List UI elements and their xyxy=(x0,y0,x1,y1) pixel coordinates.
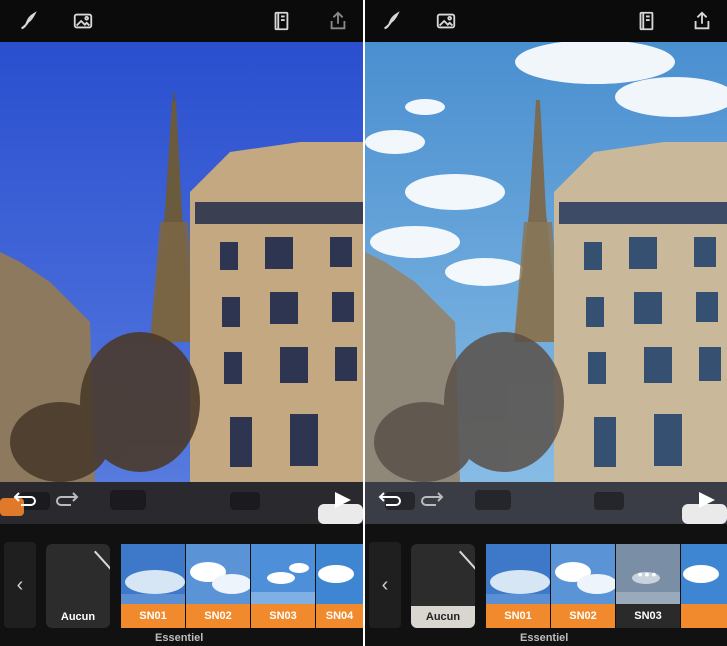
filter-sn02[interactable]: SN02 xyxy=(186,544,250,628)
redo-icon[interactable] xyxy=(419,490,445,510)
filter-strip: ‹ Aucun SN01 SN02 ••• SN03 Essentiel xyxy=(365,524,727,646)
undo-icon[interactable] xyxy=(377,490,403,510)
filter-sn04-label: SN04 xyxy=(316,604,363,628)
brush-icon[interactable] xyxy=(16,8,42,34)
filter-none-label: Aucun xyxy=(60,611,96,623)
filter-group-label: Essentiel xyxy=(155,632,204,644)
filter-thumb xyxy=(121,544,185,604)
filter-thumb xyxy=(681,544,727,604)
filter-back-button[interactable]: ‹ xyxy=(4,542,36,628)
filter-partial[interactable] xyxy=(681,544,727,628)
book-icon[interactable] xyxy=(633,8,659,34)
share-icon[interactable] xyxy=(325,8,351,34)
filter-thumb xyxy=(251,544,315,604)
filter-none[interactable]: Aucun xyxy=(46,544,110,628)
filter-partial-label xyxy=(681,604,727,628)
filter-sn02[interactable]: SN02 xyxy=(551,544,615,628)
top-toolbar xyxy=(365,0,727,42)
original-panel: ‹ Aucun SN01 SN02 SN03 SN04 Essentiel xyxy=(0,0,363,646)
filter-thumb xyxy=(486,544,550,604)
filter-thumb xyxy=(551,544,615,604)
filter-sn02-label: SN02 xyxy=(551,604,615,628)
loading-dots-icon: ••• xyxy=(637,566,659,582)
filter-sn03-label: SN03 xyxy=(616,604,680,628)
none-slash-icon xyxy=(459,550,475,591)
filter-group-label: Essentiel xyxy=(520,632,569,644)
image-icon[interactable] xyxy=(70,8,96,34)
filter-back-button[interactable]: ‹ xyxy=(369,542,401,628)
original-photo xyxy=(0,42,363,524)
filter-sn03[interactable]: ••• SN03 xyxy=(616,544,680,628)
filter-thumb xyxy=(186,544,250,604)
play-icon[interactable] xyxy=(328,490,354,510)
none-slash-icon xyxy=(94,550,110,591)
share-icon[interactable] xyxy=(689,8,715,34)
filter-sn01[interactable]: SN01 xyxy=(121,544,185,628)
filter-sn01[interactable]: SN01 xyxy=(486,544,550,628)
filter-sn04[interactable]: SN04 xyxy=(316,544,363,628)
play-icon[interactable] xyxy=(692,490,718,510)
filter-thumb xyxy=(316,544,363,604)
filter-none[interactable]: Aucun xyxy=(411,544,475,628)
edited-panel: ‹ Aucun SN01 SN02 ••• SN03 Essentiel xyxy=(365,0,727,646)
filter-none-label: Aucun xyxy=(411,606,475,628)
filter-sn03-label: SN03 xyxy=(251,604,315,628)
filter-sn01-label: SN01 xyxy=(121,604,185,628)
filter-sn01-label: SN01 xyxy=(486,604,550,628)
undo-icon[interactable] xyxy=(12,490,38,510)
book-icon[interactable] xyxy=(268,8,294,34)
redo-icon[interactable] xyxy=(54,490,80,510)
filter-strip: ‹ Aucun SN01 SN02 SN03 SN04 Essentiel xyxy=(0,524,363,646)
top-toolbar xyxy=(0,0,363,42)
brush-icon[interactable] xyxy=(379,8,405,34)
image-icon[interactable] xyxy=(433,8,459,34)
filter-sn03[interactable]: SN03 xyxy=(251,544,315,628)
edited-photo xyxy=(365,42,727,524)
filter-sn02-label: SN02 xyxy=(186,604,250,628)
